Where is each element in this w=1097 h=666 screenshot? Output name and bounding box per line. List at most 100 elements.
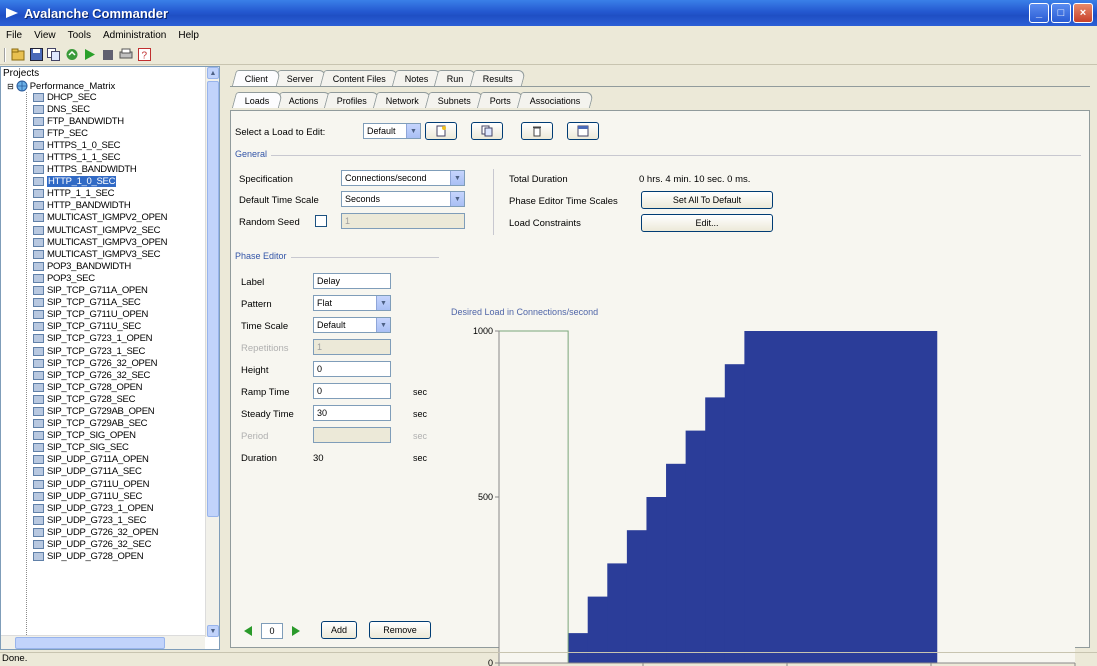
close-button[interactable]: ×	[1073, 3, 1093, 23]
steady-time-input[interactable]: 30	[313, 405, 391, 421]
tree-item[interactable]: SIP_TCP_G729AB_SEC	[33, 418, 203, 430]
tab-subnets[interactable]: Subnets	[424, 92, 485, 108]
tree-item[interactable]: HTTP_BANDWIDTH	[33, 200, 203, 212]
tree-item[interactable]: SIP_TCP_G711A_SEC	[33, 297, 203, 309]
tree-item[interactable]: SIP_TCP_G723_1_OPEN	[33, 333, 203, 345]
tree-item[interactable]: HTTPS_1_0_SEC	[33, 139, 203, 151]
scroll-thumb-horizontal[interactable]	[15, 637, 165, 649]
chevron-down-icon[interactable]: ▼	[376, 318, 390, 332]
random-seed-field[interactable]: 1	[341, 213, 465, 229]
ramp-time-input[interactable]: 0	[313, 383, 391, 399]
tab-results[interactable]: Results	[469, 70, 526, 86]
tree-item[interactable]: SIP_TCP_G728_OPEN	[33, 381, 203, 393]
menu-file[interactable]: File	[4, 30, 24, 41]
previous-phase-icon[interactable]	[243, 625, 253, 637]
random-seed-checkbox[interactable]	[315, 215, 327, 227]
tree-item[interactable]: DNS_SEC	[33, 103, 203, 115]
height-input[interactable]: 0	[313, 361, 391, 377]
tree-item[interactable]: SIP_TCP_G711U_OPEN	[33, 309, 203, 321]
menu-administration[interactable]: Administration	[101, 30, 168, 41]
tree-item[interactable]: SIP_TCP_SIG_SEC	[33, 442, 203, 454]
tab-associations[interactable]: Associations	[516, 92, 594, 108]
period-input[interactable]	[313, 427, 391, 443]
tree-item[interactable]: HTTPS_1_1_SEC	[33, 151, 203, 163]
specification-dropdown[interactable]: Connections/second ▼	[341, 170, 465, 186]
tree-item[interactable]: SIP_UDP_G726_32_SEC	[33, 538, 203, 550]
tree-item[interactable]: SIP_TCP_G726_32_SEC	[33, 369, 203, 381]
chevron-down-icon[interactable]: ▼	[450, 192, 464, 206]
delete-load-button[interactable]	[521, 122, 553, 140]
tree-item[interactable]: SIP_TCP_G711U_SEC	[33, 321, 203, 333]
stop-icon[interactable]	[100, 47, 116, 63]
tab-profiles[interactable]: Profiles	[323, 92, 381, 108]
tree-item[interactable]: SIP_TCP_SIG_OPEN	[33, 430, 203, 442]
tree-item[interactable]: SIP_TCP_G726_32_OPEN	[33, 357, 203, 369]
edit-constraints-button[interactable]: Edit...	[641, 214, 773, 232]
minimize-button[interactable]: _	[1029, 3, 1049, 23]
tab-loads[interactable]: Loads	[231, 92, 283, 108]
tab-server[interactable]: Server	[273, 70, 327, 86]
tree-item[interactable]: SIP_UDP_G726_32_OPEN	[33, 526, 203, 538]
tree-item[interactable]: MULTICAST_IGMPV2_SEC	[33, 224, 203, 236]
menu-help[interactable]: Help	[176, 30, 201, 41]
new-load-button[interactable]	[425, 122, 457, 140]
tab-content-files[interactable]: Content Files	[319, 70, 399, 86]
chevron-down-icon[interactable]: ▼	[376, 296, 390, 310]
tree-item[interactable]: DHCP_SEC	[33, 91, 203, 103]
tree-item[interactable]: SIP_UDP_G723_1_OPEN	[33, 502, 203, 514]
tree-item[interactable]: SIP_UDP_G711A_OPEN	[33, 454, 203, 466]
phase-label-input[interactable]: Delay	[313, 273, 391, 289]
run-icon[interactable]	[82, 47, 98, 63]
tree-item[interactable]: SIP_TCP_G729AB_OPEN	[33, 405, 203, 417]
load-select-dropdown[interactable]: Default ▼	[363, 123, 421, 139]
rename-load-button[interactable]	[567, 122, 599, 140]
copy-icon[interactable]	[46, 47, 62, 63]
collapse-icon[interactable]: ⊟	[7, 82, 14, 91]
help-icon[interactable]: ?	[136, 47, 152, 63]
tree-item[interactable]: MULTICAST_IGMPV3_OPEN	[33, 236, 203, 248]
scroll-thumb[interactable]	[207, 81, 219, 517]
add-phase-button[interactable]: Add	[321, 621, 357, 639]
tree-item[interactable]: FTP_BANDWIDTH	[33, 115, 203, 127]
tree-item[interactable]: MULTICAST_IGMPV3_SEC	[33, 248, 203, 260]
time-scale-dropdown[interactable]: Seconds ▼	[341, 191, 465, 207]
tree-item[interactable]: POP3_SEC	[33, 272, 203, 284]
open-icon[interactable]	[10, 47, 26, 63]
phase-index-field[interactable]: 0	[261, 623, 283, 639]
tree-item[interactable]: SIP_TCP_G728_SEC	[33, 393, 203, 405]
scroll-up-icon[interactable]: ▲	[207, 67, 219, 79]
menu-view[interactable]: View	[32, 30, 58, 41]
maximize-button[interactable]: □	[1051, 3, 1071, 23]
tree-item[interactable]: MULTICAST_IGMPV2_OPEN	[33, 212, 203, 224]
tree-item[interactable]: SIP_UDP_G728_OPEN	[33, 551, 203, 563]
tree-item[interactable]: SIP_TCP_G711A_OPEN	[33, 285, 203, 297]
print-icon[interactable]	[118, 47, 134, 63]
tree-item[interactable]: SIP_UDP_G711A_SEC	[33, 466, 203, 478]
pattern-dropdown[interactable]: Flat ▼	[313, 295, 391, 311]
tree-item[interactable]: HTTPS_BANDWIDTH	[33, 164, 203, 176]
tree-vertical-scrollbar[interactable]: ▲ ▼	[205, 67, 219, 637]
tree-item[interactable]: POP3_BANDWIDTH	[33, 260, 203, 272]
tree-item[interactable]: SIP_TCP_G723_1_SEC	[33, 345, 203, 357]
copy-load-button[interactable]	[471, 122, 503, 140]
tab-network[interactable]: Network	[372, 92, 433, 108]
tree-item[interactable]: SIP_UDP_G723_1_SEC	[33, 514, 203, 526]
tab-client[interactable]: Client	[231, 70, 282, 86]
chevron-down-icon[interactable]: ▼	[406, 124, 420, 138]
scroll-down-icon[interactable]: ▼	[207, 625, 219, 637]
next-phase-icon[interactable]	[291, 625, 301, 637]
chevron-down-icon[interactable]: ▼	[450, 171, 464, 185]
tab-actions[interactable]: Actions	[275, 92, 332, 108]
save-icon[interactable]	[28, 47, 44, 63]
menu-tools[interactable]: Tools	[66, 30, 93, 41]
tree-item[interactable]: HTTP_1_0_SEC	[33, 175, 203, 189]
connect-icon[interactable]	[64, 47, 80, 63]
remove-phase-button[interactable]: Remove	[369, 621, 431, 639]
tree-item[interactable]: HTTP_1_1_SEC	[33, 188, 203, 200]
tree-item[interactable]: SIP_UDP_G711U_OPEN	[33, 478, 203, 490]
phase-time-scale-dropdown[interactable]: Default ▼	[313, 317, 391, 333]
tree-horizontal-scrollbar[interactable]	[1, 635, 205, 649]
tree-item[interactable]: SIP_UDP_G711U_SEC	[33, 490, 203, 502]
repetitions-input[interactable]: 1	[313, 339, 391, 355]
tree-item[interactable]: FTP_SEC	[33, 127, 203, 139]
